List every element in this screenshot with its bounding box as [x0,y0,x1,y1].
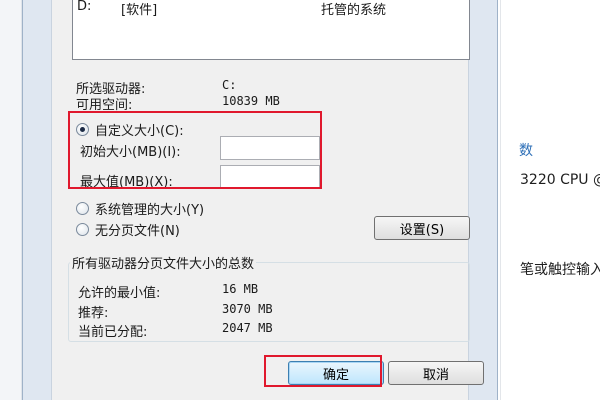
drive-label: [软件] [121,3,158,18]
background-pen-touch-fragment: 笔或触控输入 [520,262,600,278]
paging-totals-title: 所有驱动器分页文件大小的总数 [70,253,257,272]
drive-row[interactable]: D: [软件] 托管的系统 [77,0,457,18]
radio-unchecked-icon [76,202,89,215]
system-managed-label: 系统管理的大小(Y) [95,203,205,218]
system-managed-radio[interactable]: 系统管理的大小(Y) [76,199,204,218]
no-paging-file-radio[interactable]: 无分页文件(N) [76,220,180,239]
min-allowed-label: 允许的最小值: [78,286,161,301]
background-heading-fragment: 数 [519,143,533,159]
currently-allocated-row: 当前已分配: 2047 MB [78,321,273,340]
drive-letter: D: [77,0,92,14]
set-button[interactable]: 设置(S) [374,216,470,240]
min-allowed-value: 16 MB [222,282,259,296]
no-paging-file-label: 无分页文件(N) [95,224,180,239]
background-cpu-fragment: 3220 CPU @ [520,172,600,188]
currently-allocated-label: 当前已分配: [78,325,148,340]
recommended-value: 3070 MB [222,302,273,316]
radio-unchecked-icon [76,223,89,236]
dialog-content: D: [软件] 托管的系统 所选驱动器: C: 可用空间: 10839 MB 自… [51,0,484,400]
cancel-button[interactable]: 取消 [388,361,484,385]
background-window-edge [0,0,22,400]
background-divider [500,0,501,400]
recommended-row: 推荐: 3070 MB [78,302,273,321]
recommended-label: 推荐: [78,306,109,321]
min-allowed-row: 允许的最小值: 16 MB [78,282,258,301]
custom-size-highlight [68,111,322,189]
free-space-value: 10839 MB [222,94,280,108]
selected-drive-value: C: [222,78,237,92]
ok-button-highlight [264,355,382,387]
drive-paging-type: 托管的系统 [321,3,387,18]
virtual-memory-dialog: D: [软件] 托管的系统 所选驱动器: C: 可用空间: 10839 MB 自… [22,0,498,400]
currently-allocated-value: 2047 MB [222,321,273,335]
drive-list[interactable]: D: [软件] 托管的系统 [72,0,470,60]
